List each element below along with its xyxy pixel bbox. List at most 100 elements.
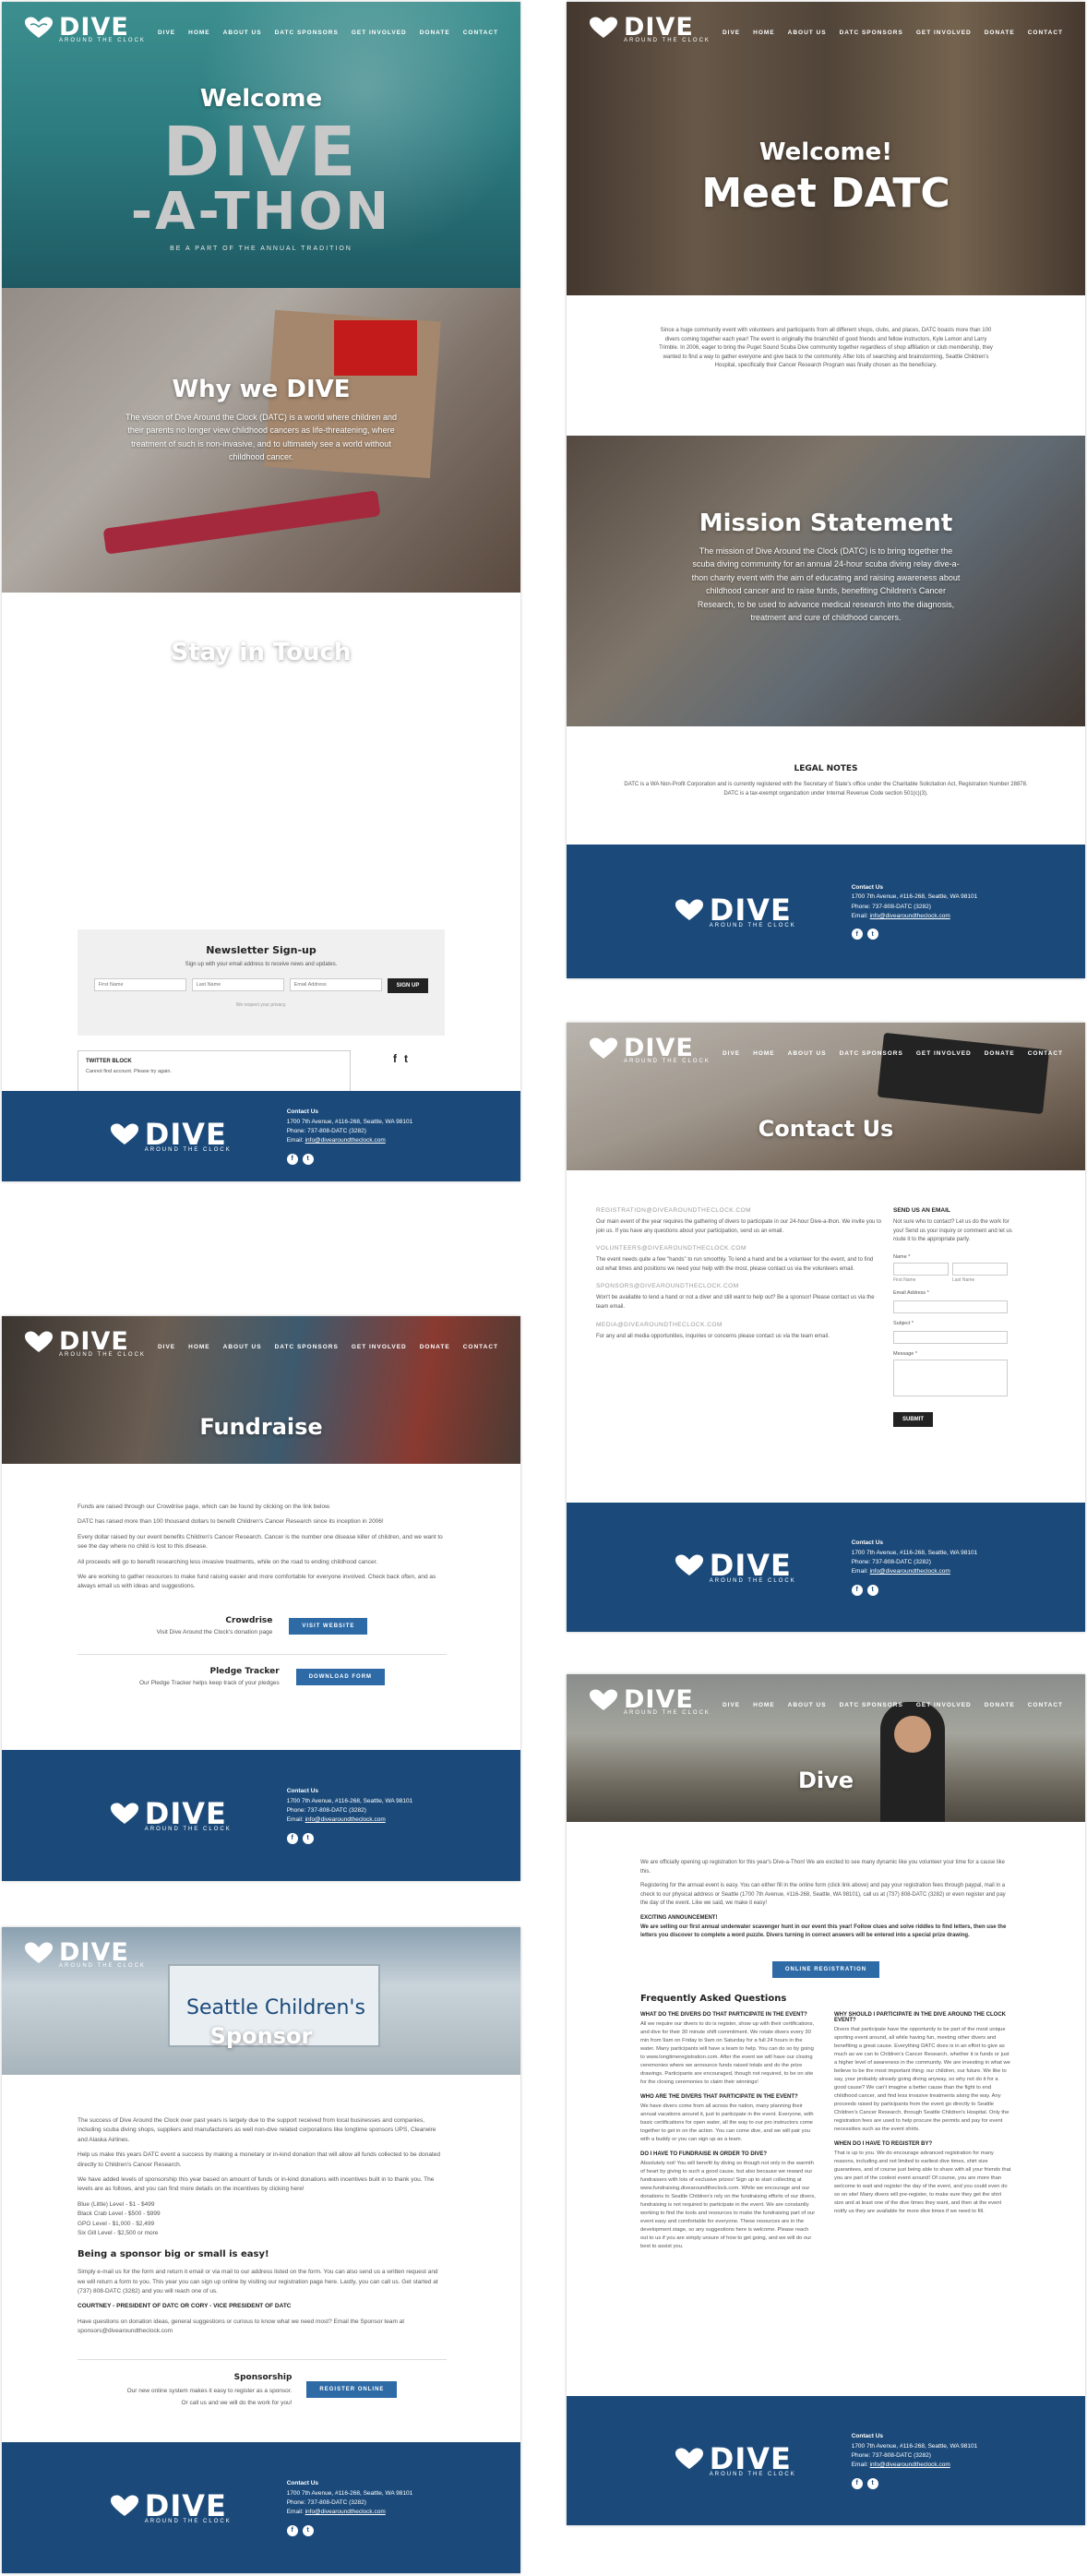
nav-item-donate[interactable]: DONATE bbox=[985, 1702, 1015, 1708]
nav-item-contact[interactable]: CONTACT bbox=[463, 30, 498, 36]
volunteers-text: The event needs quite a few "hands" to r… bbox=[596, 1257, 874, 1272]
nav-item-sponsors[interactable]: DATC SPONSORS bbox=[275, 30, 339, 36]
sponsor-big-heading: Being a sponsor big or small is easy! bbox=[78, 2249, 269, 2260]
dive-logo[interactable]: DIVE AROUND THE CLOCK bbox=[589, 1687, 711, 1716]
footer-phone: Phone: 737-808-DATC (3282) bbox=[851, 1559, 931, 1565]
home-footer: DIVE AROUND THE CLOCK Contact Us 1700 7t… bbox=[2, 1091, 520, 1181]
nav-item-about[interactable]: ABOUT US bbox=[223, 30, 262, 36]
nav-item-get-involved[interactable]: GET INVOLVED bbox=[352, 1344, 407, 1350]
facebook-url-link[interactable]: https://www.facebook.com/divearoundthecl… bbox=[176, 777, 347, 786]
volunteers-email[interactable]: VOLUNTEERS@DIVEAROUNDTHECLOCK.COM bbox=[596, 1245, 882, 1252]
twitter-icon[interactable]: t bbox=[866, 929, 878, 941]
twitter-icon[interactable]: t bbox=[866, 1584, 878, 1596]
sponsor-logo[interactable]: DIVE AROUND THE CLOCK bbox=[24, 1940, 146, 1969]
footer-email-link[interactable]: info@divearoundtheclock.com bbox=[870, 1568, 950, 1575]
footer-email-link[interactable]: info@divearoundtheclock.com bbox=[305, 1816, 386, 1823]
sponsors-text: Won't be available to lend a hand or not… bbox=[596, 1295, 875, 1310]
nav-item-about[interactable]: ABOUT US bbox=[788, 30, 827, 36]
nav-item-donate[interactable]: DONATE bbox=[985, 1050, 1015, 1057]
newsletter-signup-button[interactable]: SIGN UP bbox=[387, 978, 429, 993]
logo-text: DIVE bbox=[624, 1034, 694, 1062]
twitter-icon[interactable]: t bbox=[302, 1153, 314, 1165]
nav-item-sponsors[interactable]: DATC SPONSORS bbox=[840, 1050, 903, 1057]
sponsors-email[interactable]: SPONSORS@DIVEAROUNDTHECLOCK.COM bbox=[596, 1283, 882, 1289]
facebook-icon[interactable]: f bbox=[393, 1052, 397, 1065]
twitter-icon[interactable]: t bbox=[404, 1052, 408, 1065]
nav-item-home[interactable]: HOME bbox=[753, 1050, 775, 1057]
facebook-icon[interactable]: f bbox=[286, 1832, 298, 1844]
nav-item-get-involved[interactable]: GET INVOLVED bbox=[352, 30, 407, 36]
newsletter-last-name-input[interactable] bbox=[191, 978, 284, 991]
twitter-icon[interactable]: t bbox=[866, 2477, 878, 2489]
newsletter-email-input[interactable] bbox=[289, 978, 382, 991]
nav-item-contact[interactable]: CONTACT bbox=[1028, 1050, 1063, 1057]
footer-title: Contact Us bbox=[286, 2480, 319, 2487]
media-email[interactable]: MEDIA@DIVEAROUNDTHECLOCK.COM bbox=[596, 1322, 882, 1328]
online-registration-button[interactable]: ONLINE REGISTRATION bbox=[771, 1961, 880, 1978]
nav-item-home[interactable]: HOME bbox=[188, 30, 210, 36]
footer-email-link[interactable]: info@divearoundtheclock.com bbox=[305, 1137, 386, 1144]
facebook-icon[interactable]: f bbox=[286, 1153, 298, 1165]
nav-item-about[interactable]: ABOUT US bbox=[788, 1702, 827, 1708]
nav-item-get-involved[interactable]: GET INVOLVED bbox=[916, 1702, 972, 1708]
about-nav: DIVE AROUND THE CLOCK DIVE HOME ABOUT US… bbox=[567, 2, 1085, 57]
nav-item-about[interactable]: ABOUT US bbox=[788, 1050, 827, 1057]
twitter-label-link[interactable]: Twitter bbox=[249, 714, 274, 724]
nav-item-contact[interactable]: CONTACT bbox=[1028, 1702, 1063, 1708]
nav-item-home[interactable]: HOME bbox=[753, 30, 775, 36]
nav-item-dive[interactable]: DIVE bbox=[723, 1702, 740, 1708]
logo-subtitle: AROUND THE CLOCK bbox=[59, 1352, 146, 1358]
nav-item-sponsors[interactable]: DATC SPONSORS bbox=[840, 30, 903, 36]
tagline: BE A PART OF THE ANNUAL TRADITION bbox=[170, 246, 352, 252]
first-name-input[interactable] bbox=[893, 1262, 949, 1276]
visit-website-button[interactable]: VISIT WEBSITE bbox=[289, 1617, 368, 1635]
twitter-url-link[interactable]: https://twitter.com/DATCforkids bbox=[205, 729, 318, 738]
sponsor-p4: Simply e-mail us for the form and return… bbox=[78, 2269, 438, 2295]
nav-item-donate[interactable]: DONATE bbox=[420, 30, 450, 36]
register-online-button[interactable]: REGISTER ONLINE bbox=[306, 2381, 398, 2398]
nav-item-sponsors[interactable]: DATC SPONSORS bbox=[840, 1702, 903, 1708]
newsletter-first-name-input[interactable] bbox=[93, 978, 186, 991]
nav-item-about[interactable]: ABOUT US bbox=[223, 1344, 262, 1350]
facebook-label-link[interactable]: Facebook bbox=[243, 762, 280, 772]
facebook-icon[interactable]: f bbox=[286, 2524, 298, 2536]
footer-email-link[interactable]: info@divearoundtheclock.com bbox=[305, 2509, 386, 2515]
facebook-icon[interactable]: f bbox=[851, 929, 863, 941]
last-name-input[interactable] bbox=[952, 1262, 1008, 1276]
nav-item-dive[interactable]: DIVE bbox=[723, 30, 740, 36]
nav-item-donate[interactable]: DONATE bbox=[420, 1344, 450, 1350]
submit-button[interactable]: SUBMIT bbox=[893, 1411, 933, 1427]
logo-text: DIVE bbox=[144, 2488, 227, 2523]
fundraise-logo[interactable]: DIVE AROUND THE CLOCK bbox=[24, 1329, 146, 1358]
nav-item-contact[interactable]: CONTACT bbox=[1028, 30, 1063, 36]
stay-content: Stay in Touch Follow us on Social Media … bbox=[2, 639, 520, 879]
nav-item-get-involved[interactable]: GET INVOLVED bbox=[916, 1050, 972, 1057]
nav-item-dive[interactable]: DIVE bbox=[158, 1344, 175, 1350]
email-input[interactable] bbox=[893, 1300, 1008, 1313]
home-logo[interactable]: DIVE AROUND THE CLOCK bbox=[24, 15, 146, 43]
registration-email[interactable]: REGISTRATION@DIVEAROUNDTHECLOCK.COM bbox=[596, 1207, 882, 1214]
nav-item-get-involved[interactable]: GET INVOLVED bbox=[916, 30, 972, 36]
fundraise-body: Funds are raised through our Crowdrise p… bbox=[78, 1503, 447, 1592]
twitter-icon[interactable]: t bbox=[302, 2524, 314, 2536]
footer-email-link[interactable]: info@divearoundtheclock.com bbox=[870, 2462, 950, 2468]
facebook-icon[interactable]: f bbox=[851, 2477, 863, 2489]
home-page: DIVE AROUND THE CLOCK DIVE HOME ABOUT US… bbox=[2, 2, 520, 1181]
nav-item-home[interactable]: HOME bbox=[753, 1702, 775, 1708]
facebook-icon[interactable]: f bbox=[851, 1584, 863, 1596]
twitter-icon[interactable]: t bbox=[302, 1832, 314, 1844]
nav-item-dive[interactable]: DIVE bbox=[158, 30, 175, 36]
crowdrise-heading: Crowdrise bbox=[225, 1616, 273, 1625]
nav-item-contact[interactable]: CONTACT bbox=[463, 1344, 498, 1350]
download-form-button[interactable]: DOWNLOAD FORM bbox=[295, 1668, 386, 1685]
subject-input[interactable] bbox=[893, 1330, 1008, 1344]
nav-item-sponsors[interactable]: DATC SPONSORS bbox=[275, 1344, 339, 1350]
nav-item-donate[interactable]: DONATE bbox=[985, 30, 1015, 36]
form-heading: SEND US AN EMAIL bbox=[893, 1207, 950, 1214]
nav-item-dive[interactable]: DIVE bbox=[723, 1050, 740, 1057]
about-logo[interactable]: DIVE AROUND THE CLOCK bbox=[589, 15, 711, 43]
message-textarea[interactable] bbox=[893, 1359, 1008, 1396]
contact-logo[interactable]: DIVE AROUND THE CLOCK bbox=[589, 1036, 711, 1064]
footer-email-link[interactable]: info@divearoundtheclock.com bbox=[870, 913, 950, 919]
nav-item-home[interactable]: HOME bbox=[188, 1344, 210, 1350]
